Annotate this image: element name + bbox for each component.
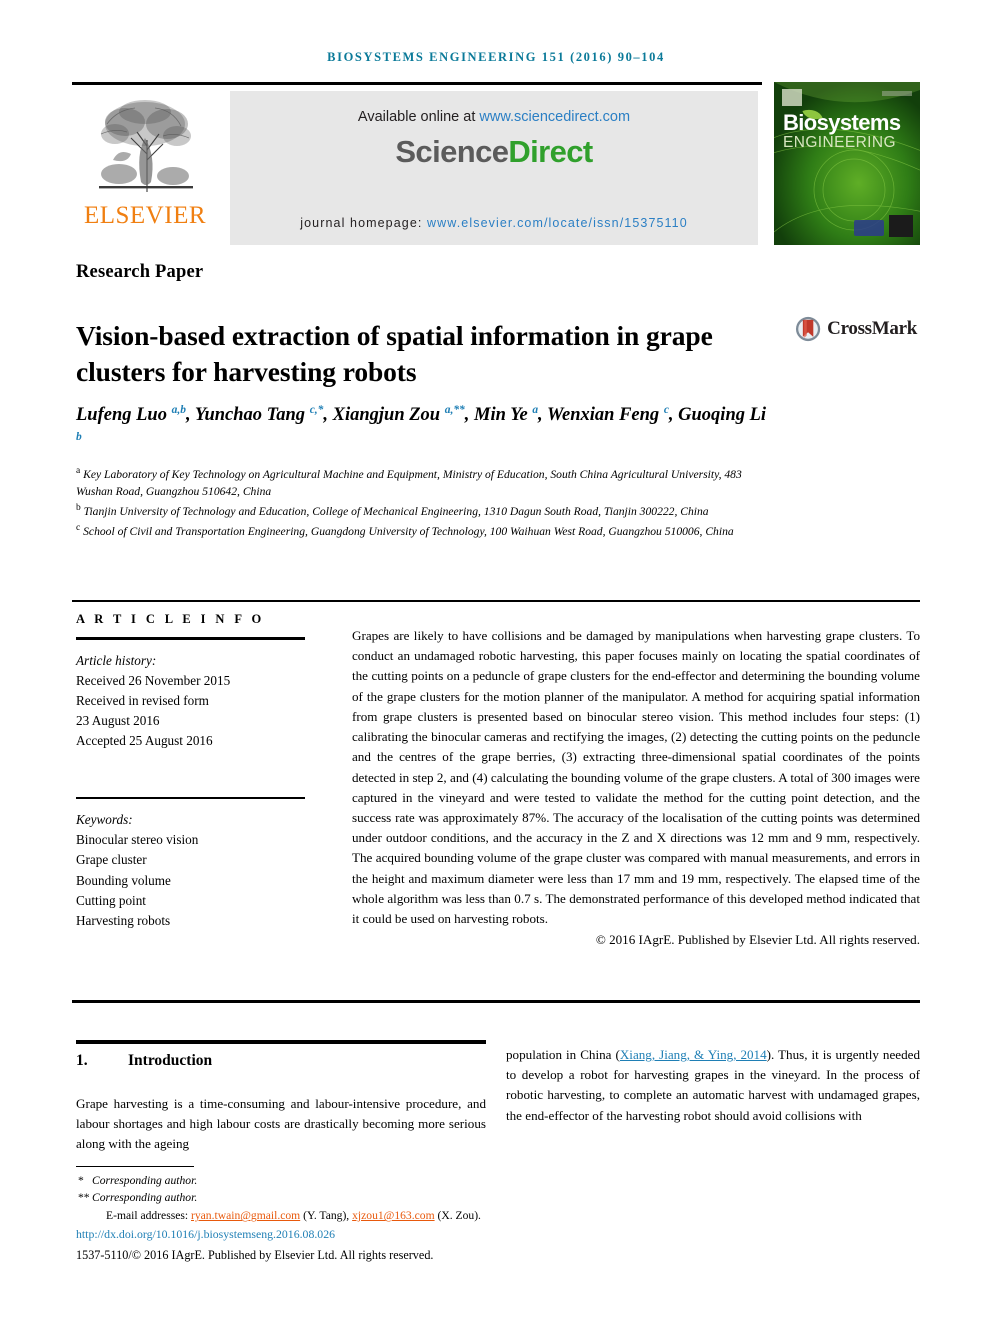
cover-issue-code: [882, 91, 912, 96]
keyword-item: Binocular stereo vision: [76, 832, 199, 848]
footnote-rule: [76, 1166, 194, 1168]
corresponding-author-text: Corresponding author.: [92, 1191, 198, 1205]
email-link-zou[interactable]: xjzou1@163.com: [352, 1209, 434, 1222]
sciencedirect-logo-science: Science: [395, 134, 509, 169]
body-column-left: Grape harvesting is a time-consuming and…: [76, 1094, 486, 1155]
sciencedirect-logo-direct: Direct: [508, 134, 593, 169]
article-info-rule: [76, 637, 305, 640]
article-history-label: Article history:: [76, 652, 157, 668]
crossmark-label: CrossMark: [827, 318, 917, 339]
elsevier-wordmark: ELSEVIER: [83, 202, 207, 229]
affiliation-text: School of Civil and Transportation Engin…: [83, 524, 734, 538]
corresponding-author-mark: *: [78, 1174, 84, 1187]
email-addresses-label: E-mail addresses:: [106, 1209, 191, 1223]
sciencedirect-banner: Available online at www.sciencedirect.co…: [230, 91, 758, 245]
citation-link[interactable]: Xiang, Jiang, & Ying, 2014: [620, 1047, 767, 1062]
article-history-item: Received in revised form: [76, 692, 209, 708]
corresponding-author-mark: **: [78, 1191, 90, 1205]
email-owner-zou: (X. Zou).: [434, 1209, 481, 1223]
corresponding-author-note: * Corresponding author.: [76, 1172, 546, 1189]
issn-copyright-line: 1537-5110/© 2016 IAgrE. Published by Els…: [76, 1247, 434, 1262]
article-info-heading: A R T I C L E I N F O: [76, 612, 265, 626]
masthead-top-rule: [72, 82, 762, 85]
email-link-tang[interactable]: ryan.twain@gmail.com: [191, 1209, 300, 1222]
sciencedirect-logo: ScienceDirect: [395, 134, 593, 170]
sciencedirect-link[interactable]: www.sciencedirect.com: [479, 109, 630, 125]
article-history-item: 23 August 2016: [76, 712, 160, 728]
section-heading-rule: [76, 1040, 486, 1044]
affiliation-mark: c: [76, 522, 81, 533]
article-history-item: Received 26 November 2015: [76, 672, 231, 688]
article-history-block: Article history: Received 26 November 20…: [76, 651, 310, 751]
elsevier-tree-icon: [99, 100, 193, 192]
body-text-pre: population in China (: [506, 1047, 620, 1062]
keyword-item: Cutting point: [76, 892, 146, 908]
abstract-top-rule: [72, 600, 920, 602]
keyword-item: Harvesting robots: [76, 912, 171, 928]
crossmark-icon: [795, 316, 821, 342]
available-online-prefix: Available online at: [357, 109, 480, 125]
cover-title-line2: ENGINEERING: [783, 134, 896, 151]
article-type-label: Research Paper: [76, 262, 204, 282]
cover-badge-primary: [889, 215, 913, 237]
journal-homepage-line: journal homepage: www.elsevier.com/locat…: [230, 216, 758, 230]
journal-homepage-label: journal homepage:: [300, 216, 428, 230]
affiliation-item: b Tianjin University of Technology and E…: [76, 501, 776, 520]
abstract-copyright: © 2016 IAgrE. Published by Elsevier Ltd.…: [595, 932, 920, 948]
body-paragraph: population in China (Xiang, Jiang, & Yin…: [506, 1045, 920, 1126]
affiliation-mark: a: [76, 466, 81, 476]
elsevier-logo: ELSEVIER: [72, 91, 218, 245]
article-history-item: Accepted 25 August 2016: [76, 732, 213, 748]
keywords-rule: [76, 796, 305, 800]
email-addresses-line: E-mail addresses: ryan.twain@gmail.com (…: [76, 1207, 546, 1224]
affiliation-mark: b: [76, 503, 81, 514]
body-column-right: population in China (Xiang, Jiang, & Yin…: [506, 1045, 920, 1126]
body-paragraph: Grape harvesting is a time-consuming and…: [76, 1096, 486, 1152]
section-title: Introduction: [128, 1052, 213, 1069]
section-heading: 1. Introduction: [76, 1052, 496, 1070]
abstract-text: Grapes are likely to have collisions and…: [352, 628, 920, 927]
doi-link[interactable]: http://dx.doi.org/10.1016/j.biosystemsen…: [76, 1226, 546, 1243]
body-top-rule: [72, 1000, 920, 1003]
journal-homepage-link[interactable]: www.elsevier.com/locate/issn/15375110: [427, 216, 688, 230]
affiliation-item: c School of Civil and Transportation Eng…: [76, 521, 776, 540]
footnote-block: * Corresponding author. ** Corresponding a…: [76, 1172, 546, 1264]
article-info-panel: A R T I C L E I N F O Article history: R…: [76, 612, 310, 931]
author-list: Lufeng Luo a,b, Yunchao Tang c,*, Xiangj…: [76, 404, 767, 443]
email-owner-tang: (Y. Tang),: [300, 1209, 353, 1223]
keywords-block: Keywords: Binocular stereo vision Grape …: [76, 810, 310, 930]
journal-cover-image: Biosystems ENGINEERING: [774, 82, 920, 245]
cover-badge-secondary: [854, 220, 884, 236]
journal-masthead: ELSEVIER Available online at www.science…: [72, 82, 920, 245]
cover-elsevier-mark: [782, 89, 802, 106]
section-number: 1.: [76, 1052, 88, 1069]
affiliation-text: Tianjin University of Technology and Edu…: [83, 504, 709, 518]
cover-title: Biosystems ENGINEERING: [783, 112, 901, 151]
journal-article-page: BIOSYSTEMS ENGINEERING 151 (2016) 90–104: [0, 0, 992, 1323]
running-head: BIOSYSTEMS ENGINEERING 151 (2016) 90–104: [327, 50, 665, 64]
corresponding-author-note: ** Corresponding author.: [76, 1189, 546, 1206]
cover-title-line1: Biosystems: [783, 110, 901, 135]
affiliation-item: a Key Laboratory of Key Technology on Ag…: [76, 464, 776, 501]
keyword-item: Bounding volume: [76, 872, 171, 888]
affiliation-text: Key Laboratory of Key Technology on Agri…: [76, 467, 742, 499]
keywords-label: Keywords:: [76, 812, 133, 828]
page-title: Vision-based extraction of spatial infor…: [76, 320, 713, 388]
corresponding-author-text: Corresponding author.: [92, 1174, 198, 1187]
available-online-line: Available online at www.sciencedirect.co…: [358, 109, 630, 125]
crossmark-badge[interactable]: CrossMark: [795, 307, 917, 351]
affiliation-list: a Key Laboratory of Key Technology on Ag…: [76, 464, 776, 540]
abstract-section: Grapes are likely to have collisions and…: [352, 626, 920, 951]
keyword-item: Grape cluster: [76, 852, 147, 868]
